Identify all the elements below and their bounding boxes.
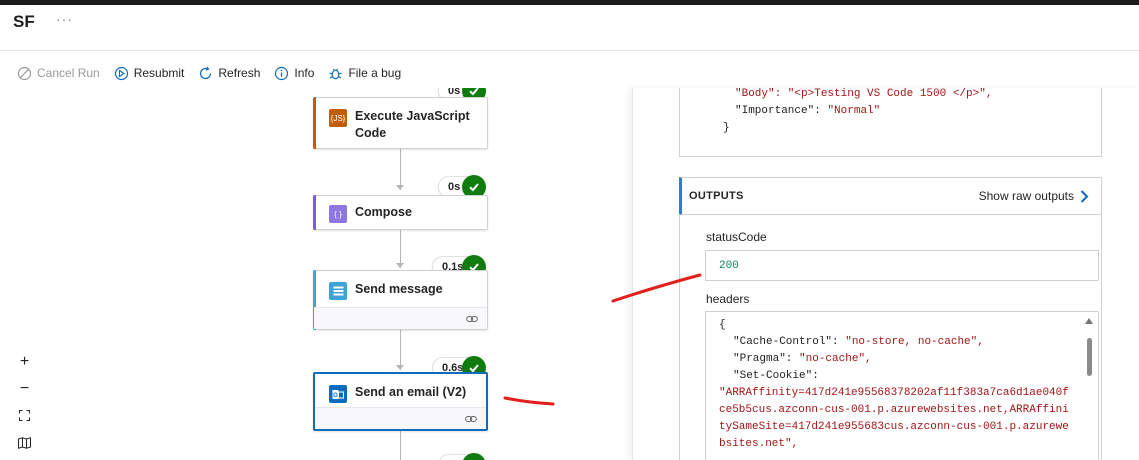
page-title: SF [13,12,35,31]
info-label: Info [294,66,315,80]
javascript-icon: {JS} [329,109,347,127]
file-bug-label: File a bug [348,66,402,80]
json-key: "Set-Cookie": [733,370,819,382]
step-card-send-email[interactable]: O Send an email (V2) [313,372,488,431]
fit-view-button[interactable] [11,402,38,429]
scrollbar-thumb[interactable] [1087,338,1092,376]
info-button[interactable]: Info [274,66,314,81]
connector-arrow [396,185,404,190]
window-top-strip [0,0,1139,5]
run-details-panel: "Body": "<p>Testing VS Code 1500 </p>", … [632,88,1139,460]
resubmit-icon [114,66,128,80]
inputs-json-view: "Body": "<p>Testing VS Code 1500 </p>", … [679,88,1102,157]
compose-icon: { } [329,205,347,223]
connector-arrow [396,365,404,370]
step-title: Execute JavaScript Code [355,109,470,140]
json-body-line: "Body": "<p>Testing VS Code 1500 </p>", [735,88,993,100]
status-code-value: 200 [705,250,1099,281]
header-divider [0,50,1139,51]
json-open-brace: { [719,319,726,331]
toolbar: Cancel Run Resubmit Refresh Info File a … [17,64,415,82]
show-raw-outputs-link[interactable]: Show raw outputs [979,189,1089,203]
step-title: Compose [355,205,412,219]
json-value: "ARRAffinity=417d241e95568378202af11f383… [719,387,1069,450]
status-code-label: statusCode [706,230,767,244]
json-line: "Importance": "Normal" [735,103,1101,120]
refresh-button[interactable]: Refresh [198,66,260,81]
outputs-section-header[interactable]: OUTPUTS Show raw outputs [679,177,1102,215]
step-card-footer [314,307,487,329]
minimap-button[interactable] [11,429,38,456]
outlook-icon: O [329,385,347,403]
step-duration-badge [438,453,486,460]
bug-icon [329,68,343,79]
step-accent-bar [313,195,316,230]
link-icon[interactable] [465,414,477,424]
cancel-run-button[interactable]: Cancel Run [17,66,100,81]
step-card-footer [315,407,486,429]
resubmit-button[interactable]: Resubmit [114,66,185,81]
show-raw-outputs-label: Show raw outputs [978,189,1074,203]
json-key: "Cache-Control": [733,336,839,348]
more-options-icon[interactable]: ··· [56,11,73,27]
headers-json-view[interactable]: { "Cache-Control": "no-store, no-cache",… [705,311,1099,460]
step-card-execute-javascript[interactable]: {JS} Execute JavaScript Code [313,97,488,149]
outputs-body: statusCode 200 headers { "Cache-Control"… [679,214,1102,460]
connector-line [400,149,401,190]
resubmit-label: Resubmit [133,66,185,80]
success-check-icon [462,453,486,460]
json-value: "Normal" [827,105,881,117]
step-card-compose[interactable]: { } Compose [313,195,488,230]
message-icon [329,282,347,300]
step-title: Send message [355,282,443,296]
json-line: "Body": "<p>Testing VS Code 1500 </p>", [735,88,1101,103]
json-close-brace: } [723,122,730,134]
refresh-icon [200,66,212,79]
connector-line [400,431,401,460]
json-value: "no-store, no-cache", [845,336,984,348]
chevron-right-icon [1080,189,1089,203]
headers-label: headers [706,292,750,306]
json-key: "Importance": [735,105,821,117]
outputs-title: OUTPUTS [689,190,744,202]
step-card-send-message[interactable]: Send message [313,270,488,330]
file-bug-button[interactable]: File a bug [328,66,401,81]
fit-to-screen-icon [19,410,30,421]
designer-canvas[interactable]: 0s {JS} Execute JavaScript Code 0s { } C… [0,88,632,460]
map-icon [18,436,31,449]
vertical-scrollbar[interactable] [1081,312,1098,460]
svg-text:O: O [333,393,338,399]
step-title: Send an email (V2) [355,385,467,399]
scroll-up-arrow-icon[interactable] [1085,318,1093,324]
connector-line [400,330,401,370]
step-accent-bar [313,97,316,149]
link-icon[interactable] [466,314,478,324]
cancel-run-label: Cancel Run [37,66,100,80]
zoom-out-button[interactable]: − [11,375,38,402]
refresh-label: Refresh [218,66,261,80]
json-key: "Pragma": [733,353,793,365]
zoom-in-button[interactable]: + [11,348,38,375]
json-value: "no-cache", [799,353,872,365]
duration-label: 0s [448,88,461,97]
duration-label: 0s [448,181,461,193]
connector-arrow [396,263,404,268]
info-icon [275,66,289,80]
cancel-icon [17,66,32,80]
